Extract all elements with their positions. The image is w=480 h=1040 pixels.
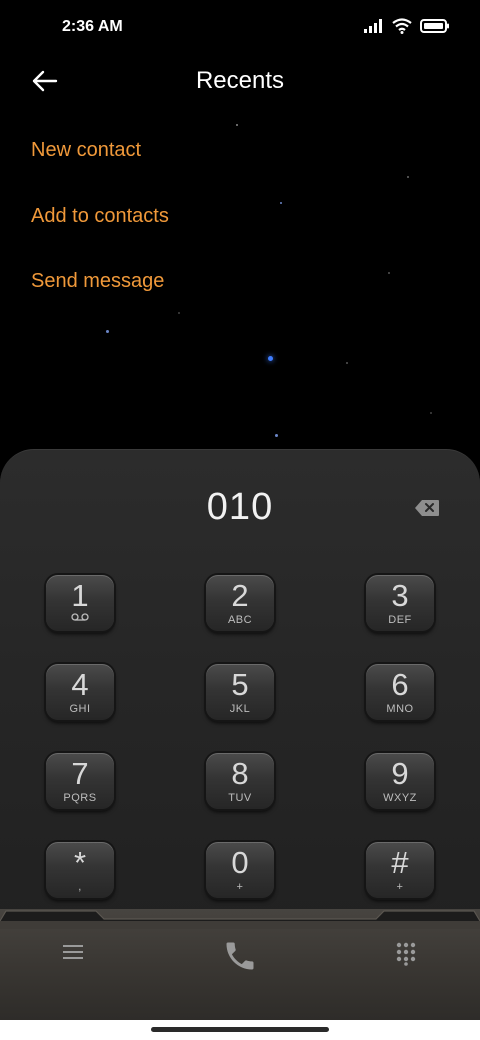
key-0[interactable]: 0 + [206,842,274,898]
signal-icon [364,19,382,33]
key-letters: WXYZ [383,792,417,804]
key-letters: PQRS [63,792,97,804]
status-time: 2:36 AM [62,18,123,35]
key-digit: * [73,845,87,880]
page-title: Recents [195,67,285,94]
key-letters: MNO [386,703,414,715]
key-letters: + [236,881,244,893]
status-icons [364,18,450,34]
key-digit: 6 [391,667,409,702]
key-digit: 0 [231,845,249,880]
key-digit: 1 [71,578,89,613]
add-to-contacts-link[interactable]: Add to contacts [31,205,169,228]
key-digit: 8 [231,756,249,791]
voicemail-icon [71,613,89,621]
key-digit: 2 [231,578,249,613]
key-4[interactable]: 4 GHI [46,664,114,720]
key-hash[interactable]: # + [366,842,434,898]
key-star[interactable]: * , [46,842,114,898]
key-2[interactable]: 2 ABC [206,575,274,631]
new-contact-link[interactable]: New contact [31,139,141,162]
key-digit: 9 [391,756,409,791]
key-digit: # [391,845,409,880]
wifi-icon [392,18,412,34]
key-digit: 5 [231,667,249,702]
key-letters: + [396,881,404,893]
key-digit: 4 [71,667,89,702]
backspace-icon[interactable] [414,499,440,517]
key-8[interactable]: 8 TUV [206,753,274,809]
key-digit: 7 [71,756,89,791]
key-letters: ABC [227,614,253,626]
key-digit: 3 [391,578,409,613]
key-9[interactable]: 9 WXYZ [366,753,434,809]
key-3[interactable]: 3 DEF [366,575,434,631]
key-letters: GHI [69,703,91,715]
phone-icon[interactable] [222,938,258,974]
home-gesture-bar[interactable] [151,1027,329,1032]
key-letters: DEF [388,614,412,626]
send-message-link[interactable]: Send message [31,270,164,293]
key-letters: , [78,881,82,893]
status-bar: 2:36 AM [0,0,480,56]
battery-icon [420,19,449,33]
key-6[interactable]: 6 MNO [366,664,434,720]
key-7[interactable]: 7 PQRS [46,753,114,809]
key-letters: JKL [229,703,251,715]
hamburger-icon[interactable] [63,943,83,961]
dialed-number: 010 [206,486,274,528]
key-1[interactable]: 1 [46,575,114,631]
dialpad-icon[interactable] [396,942,416,966]
bottom-bar-bevel [0,910,480,929]
key-letters: TUV [228,792,252,804]
key-5[interactable]: 5 JKL [206,664,274,720]
